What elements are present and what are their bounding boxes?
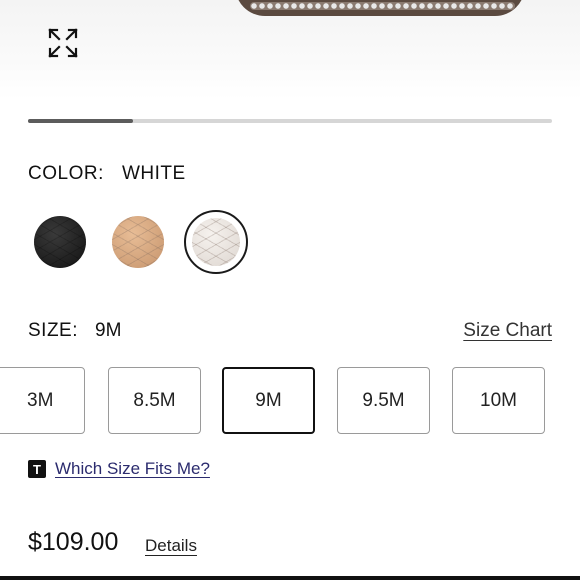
expand-image-button[interactable] [44,24,82,62]
image-carousel-progress-fill [28,119,133,123]
color-label: COLOR: [28,163,104,184]
size-option-8m[interactable]: 3M [0,367,85,434]
bottom-divider [0,576,580,580]
color-swatch-tan[interactable] [112,216,164,268]
true-fit-badge-icon: T [28,460,46,478]
croc-texture [192,218,240,266]
expand-arrows-icon [48,28,78,58]
color-swatch-white [192,218,240,266]
size-option-9m[interactable]: 9M [222,367,315,434]
product-price: $109.00 [28,528,119,556]
color-swatch-black[interactable] [34,216,86,268]
selected-color-value: WHITE [122,163,186,184]
croc-texture [112,216,164,268]
size-chart-link[interactable]: Size Chart [463,320,552,342]
image-carousel-progress-track[interactable] [28,119,552,123]
size-option-8-5m[interactable]: 8.5M [108,367,201,434]
size-label: SIZE: [28,320,79,341]
croc-texture [34,216,86,268]
size-option-9-5m[interactable]: 9.5M [337,367,430,434]
selected-size-value: 9M [95,320,122,341]
details-link[interactable]: Details [145,536,197,556]
color-swatch-white-selected[interactable] [184,210,248,274]
product-image-studs [250,2,515,10]
size-option-10m[interactable]: 10M [452,367,545,434]
product-image-area [0,0,580,100]
which-size-fits-link[interactable]: Which Size Fits Me? [55,459,210,479]
